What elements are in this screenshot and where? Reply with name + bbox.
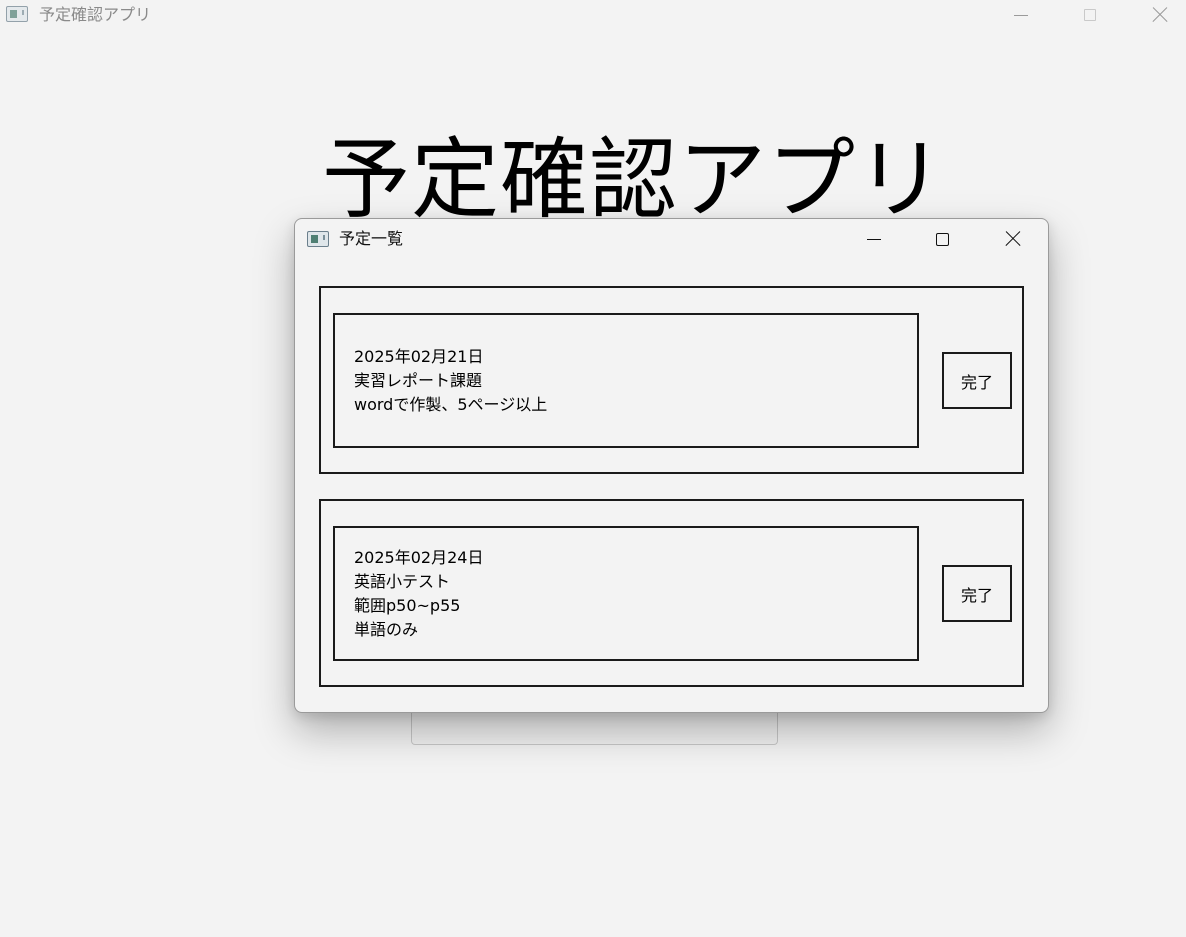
schedule-title: 実習レポート課題 — [354, 370, 483, 390]
schedule-note: 範囲p50~p55 — [354, 595, 461, 615]
main-titlebar[interactable]: 予定確認アプリ — [0, 0, 1186, 30]
dialog-maximize-button[interactable] — [919, 224, 965, 254]
schedule-note: wordで作製、5ページ以上 — [354, 394, 548, 414]
close-icon — [1005, 231, 1021, 247]
dialog-title: 予定一覧 — [339, 229, 404, 248]
app-window-icon — [6, 6, 28, 22]
maximize-button[interactable] — [1067, 0, 1113, 30]
complete-button[interactable]: 完了 — [942, 352, 1012, 409]
dialog-titlebar[interactable]: 予定一覧 — [295, 219, 1048, 259]
dialog-close-button[interactable] — [990, 224, 1036, 254]
schedule-details: 2025年02月21日 実習レポート課題 wordで作製、5ページ以上 — [333, 313, 919, 448]
schedule-title: 英語小テスト — [354, 571, 451, 591]
app-window-icon — [307, 231, 329, 247]
schedule-card: 2025年02月21日 実習レポート課題 wordで作製、5ページ以上 完了 — [319, 286, 1024, 474]
dialog-minimize-button[interactable] — [851, 224, 897, 254]
schedule-date: 2025年02月24日 — [354, 547, 484, 567]
schedule-note: 単語のみ — [354, 619, 419, 639]
minimize-icon — [1014, 14, 1028, 16]
complete-button[interactable]: 完了 — [942, 565, 1012, 622]
close-icon — [1152, 7, 1168, 23]
schedule-details: 2025年02月24日 英語小テスト 範囲p50~p55 単語のみ — [333, 526, 919, 661]
close-button[interactable] — [1137, 0, 1183, 30]
app-heading: 予定確認アプリ — [322, 128, 946, 231]
main-window-title: 予定確認アプリ — [39, 5, 152, 24]
minimize-button[interactable] — [998, 0, 1044, 30]
minimize-icon — [867, 238, 881, 240]
maximize-icon — [1084, 9, 1096, 21]
schedule-date: 2025年02月21日 — [354, 346, 484, 366]
maximize-icon — [935, 232, 949, 246]
schedule-list-dialog: 予定一覧 2025年02月21日 実習レポート課題 wordで作製、5ページ以上… — [294, 218, 1049, 713]
schedule-card: 2025年02月24日 英語小テスト 範囲p50~p55 単語のみ 完了 — [319, 499, 1024, 687]
